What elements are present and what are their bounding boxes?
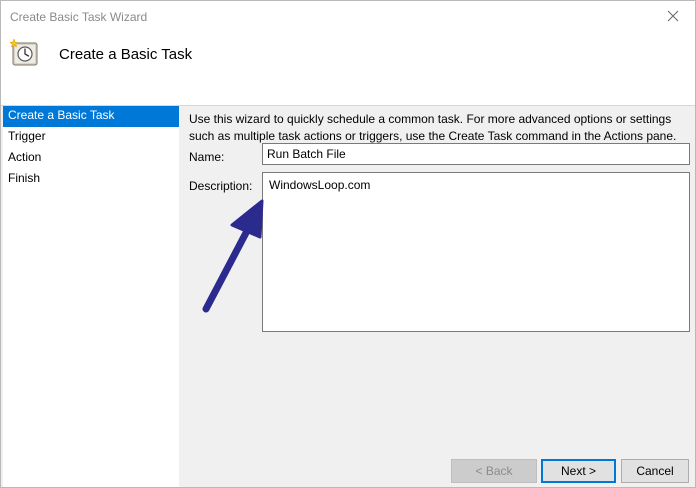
- sidebar-item-action[interactable]: Action: [3, 148, 179, 169]
- sidebar-item-label: Action: [8, 150, 42, 164]
- sidebar-item-label: Finish: [8, 171, 41, 185]
- back-button[interactable]: < Back: [451, 459, 537, 483]
- sidebar-item-create-basic-task[interactable]: Create a Basic Task: [3, 106, 179, 127]
- sidebar-item-trigger[interactable]: Trigger: [3, 127, 179, 148]
- close-icon: [667, 10, 679, 22]
- page-title: Create a Basic Task: [59, 46, 193, 63]
- wizard-steps-sidebar: Create a Basic Task Trigger Action Finis…: [3, 106, 179, 487]
- name-label: Name:: [189, 150, 225, 164]
- name-field[interactable]: [262, 143, 690, 165]
- sidebar-item-finish[interactable]: Finish: [3, 169, 179, 190]
- next-button[interactable]: Next >: [541, 459, 616, 483]
- close-button[interactable]: [651, 1, 695, 31]
- wizard-window: Create Basic Task Wizard Create a Basic …: [0, 0, 696, 488]
- sidebar-item-label: Trigger: [8, 129, 46, 143]
- sidebar-item-label: Create a Basic Task: [8, 108, 115, 122]
- task-scheduler-clock-icon: [9, 38, 38, 66]
- description-field[interactable]: WindowsLoop.com: [262, 172, 690, 332]
- cancel-button[interactable]: Cancel: [621, 459, 689, 483]
- wizard-header: Create a Basic Task: [1, 31, 695, 101]
- window-title: Create Basic Task Wizard: [10, 10, 148, 24]
- title-bar: Create Basic Task Wizard: [1, 1, 695, 31]
- intro-line-1: Use this wizard to quickly schedule a co…: [189, 112, 672, 126]
- intro-text: Use this wizard to quickly schedule a co…: [189, 111, 689, 145]
- description-label: Description:: [189, 179, 253, 193]
